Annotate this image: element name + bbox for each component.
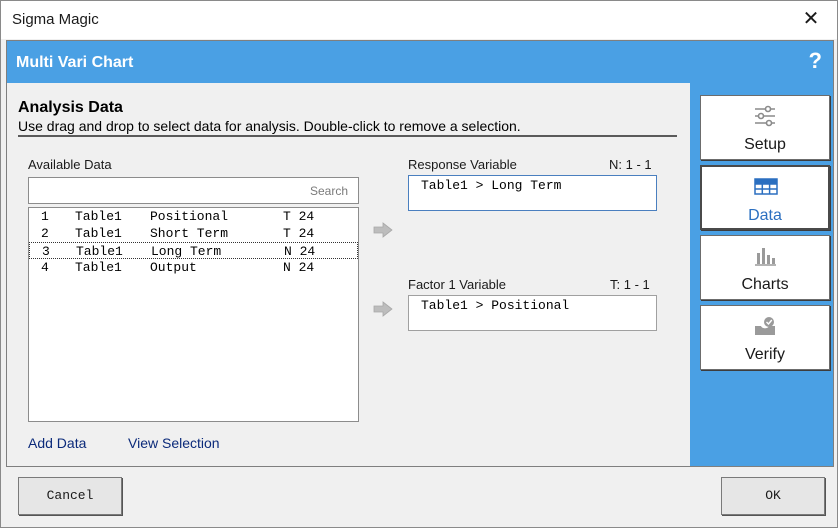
row-number: 4 [41, 260, 49, 275]
close-icon[interactable]: ✕ [799, 7, 823, 31]
row-column-name: Long Term [151, 244, 222, 259]
section-divider [18, 135, 677, 137]
section-description: Use drag and drop to select data for ana… [18, 118, 521, 134]
factor-count: T: 1 - 1 [610, 277, 650, 292]
available-data-label: Available Data [28, 157, 112, 172]
row-table: Table1 [75, 226, 122, 241]
factor-variable-value: Table1 > Positional [421, 298, 570, 313]
row-table: Table1 [75, 209, 122, 224]
row-number: 2 [41, 226, 49, 241]
window-title: Sigma Magic [12, 11, 99, 28]
row-column-name: Output [150, 260, 197, 275]
table-grid-icon [754, 178, 778, 195]
nav-charts-button[interactable]: Charts [700, 235, 830, 300]
nav-verify-label: Verify [744, 346, 785, 363]
bar-chart-icon [755, 248, 776, 266]
factor-variable-label: Factor 1 Variable [408, 277, 507, 292]
section-title: Analysis Data [18, 99, 123, 116]
add-data-link[interactable]: Add Data [28, 435, 86, 451]
row-number: 3 [42, 244, 50, 259]
main-panel: Analysis Data Use drag and drop to selec… [7, 83, 690, 466]
sliders-icon [755, 105, 775, 127]
response-variable-value: Table1 > Long Term [421, 178, 562, 193]
row-type: N 24 [284, 244, 316, 259]
factor-variable-box[interactable]: Table1 > Positional [408, 295, 657, 331]
row-table: Table1 [76, 244, 123, 259]
ok-button[interactable]: OK [721, 477, 825, 515]
title-bar[interactable]: Sigma Magic ✕ [1, 1, 837, 39]
nav-setup-label: Setup [744, 136, 786, 153]
row-type: T 24 [283, 209, 315, 224]
available-data-list[interactable]: 1 Table1 Positional T 24 2 Table1 Short … [28, 207, 359, 422]
verify-check-icon [755, 317, 775, 335]
side-nav: Setup Data Charts Verify [690, 83, 833, 466]
list-item[interactable]: 4 Table1 Output N 24 [29, 259, 358, 276]
search-input[interactable] [29, 178, 358, 203]
row-number: 1 [41, 209, 49, 224]
dialog-window: Sigma Magic ✕ Multi Vari Chart ? Analysi… [0, 0, 838, 528]
nav-data-button[interactable]: Data [700, 165, 830, 230]
help-icon[interactable]: ? [809, 48, 822, 74]
dialog-body: Multi Vari Chart ? Analysis Data Use dra… [6, 40, 834, 467]
move-right-arrow-icon[interactable] [373, 222, 393, 238]
row-type: N 24 [283, 260, 315, 275]
row-type: T 24 [283, 226, 315, 241]
dialog-title: Multi Vari Chart [16, 54, 134, 71]
nav-data-label: Data [748, 207, 782, 224]
nav-charts-label: Charts [741, 276, 789, 293]
move-right-arrow-icon[interactable] [373, 301, 393, 317]
nav-setup-button[interactable]: Setup [700, 95, 830, 160]
list-item-selected[interactable]: 3 Table1 Long Term N 24 [29, 242, 358, 259]
list-item[interactable]: 1 Table1 Positional T 24 [29, 208, 358, 225]
header-bar: Multi Vari Chart ? [7, 41, 833, 83]
row-table: Table1 [75, 260, 122, 275]
list-item[interactable]: 2 Table1 Short Term T 24 [29, 225, 358, 242]
response-variable-label: Response Variable [408, 157, 517, 172]
search-box[interactable] [28, 177, 359, 204]
nav-verify-button[interactable]: Verify [700, 305, 830, 370]
response-count: N: 1 - 1 [609, 157, 652, 172]
row-column-name: Short Term [150, 226, 229, 241]
view-selection-link[interactable]: View Selection [128, 435, 220, 451]
row-column-name: Positional [150, 209, 229, 224]
cancel-button[interactable]: Cancel [18, 477, 122, 515]
response-variable-box[interactable]: Table1 > Long Term [408, 175, 657, 211]
